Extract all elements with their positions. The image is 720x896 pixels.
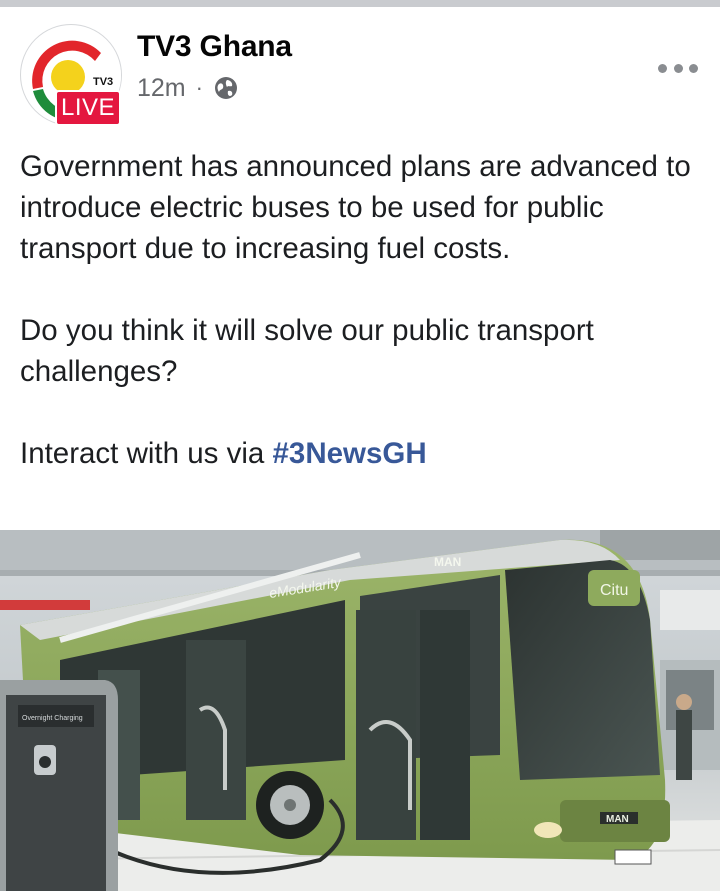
- charger-label: Overnight Charging: [22, 715, 83, 722]
- more-dot: [689, 63, 698, 73]
- bus-brand: MAN: [434, 555, 461, 569]
- more-dot: [673, 63, 683, 73]
- more-dot: [658, 63, 667, 73]
- post-meta: 12m ·: [137, 72, 239, 104]
- more-options-button[interactable]: [658, 60, 698, 76]
- post-paragraph-3: Interact with us via #3NewsGH: [20, 433, 710, 474]
- bus-grille-brand: MAN: [606, 814, 629, 825]
- meta-separator: ·: [195, 75, 203, 100]
- post-text: Government has announced plans are advan…: [20, 146, 710, 474]
- bus-model-label: Citu: [600, 582, 628, 599]
- globe-icon[interactable]: [213, 75, 239, 101]
- interact-text: Interact with us via: [20, 437, 273, 470]
- avatar-logo-text: TV3: [93, 76, 113, 88]
- post-paragraph-2: Do you think it will solve our public tr…: [20, 314, 594, 388]
- post-paragraph-1: Government has announced plans are advan…: [20, 150, 691, 265]
- top-divider: [0, 0, 720, 7]
- post-photo[interactable]: Citu eModularity MAN MAN Overnight Charg…: [0, 530, 720, 891]
- hashtag-link[interactable]: #3NewsGH: [273, 437, 427, 470]
- post-timestamp[interactable]: 12m: [137, 74, 186, 103]
- page-name-link[interactable]: TV3 Ghana: [137, 30, 292, 64]
- live-badge: LIVE: [55, 90, 121, 126]
